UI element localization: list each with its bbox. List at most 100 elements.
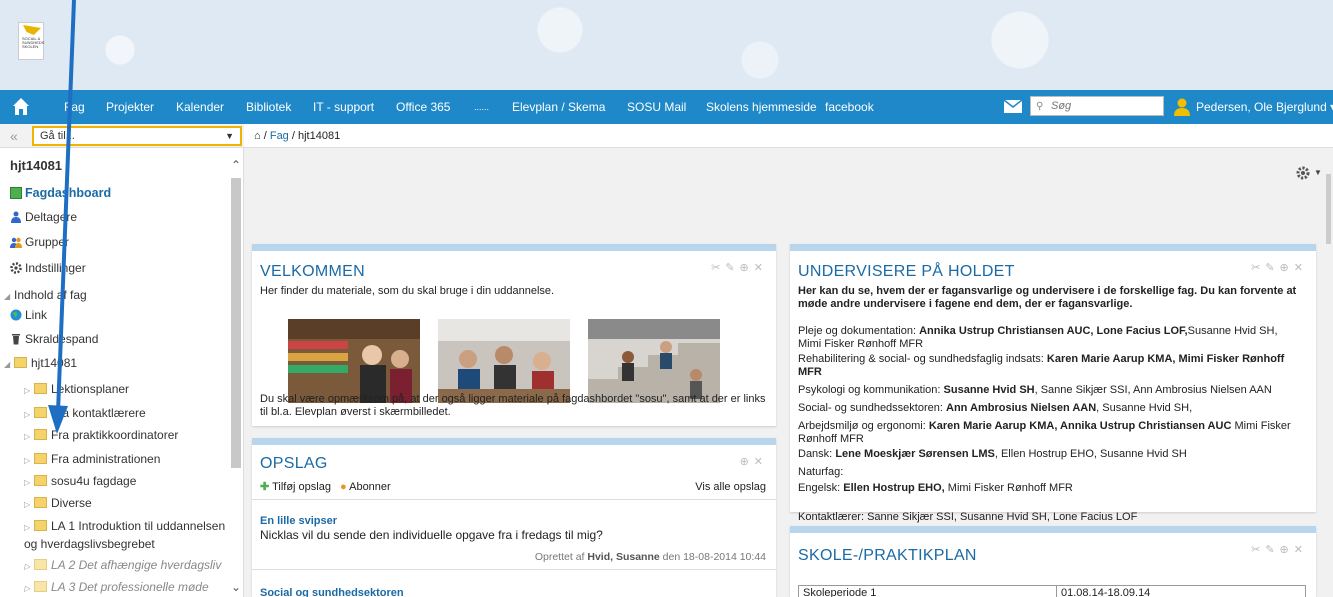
plus-icon: ✚ bbox=[260, 481, 270, 493]
panel-tools[interactable]: ✂✎⊕✕ bbox=[1251, 543, 1308, 556]
folder-item[interactable]: ▷ LA 1 Introduktion til uddannelsen og hv… bbox=[24, 518, 230, 552]
panel-tools[interactable]: ✂✎⊕✕ bbox=[1251, 261, 1308, 274]
breadcrumb-sep: / bbox=[263, 130, 267, 142]
add-post-button[interactable]: ✚ Tilføj opslag bbox=[260, 481, 331, 494]
expand-icon: ▷ bbox=[24, 562, 31, 571]
folder-item[interactable]: ▷ Fra praktikkoordinatorer bbox=[24, 428, 178, 442]
teacher-line: Arbejdsmiljø og ergonomi: Karen Marie Aa… bbox=[798, 420, 1291, 445]
nav-kalender[interactable]: Kalender bbox=[176, 90, 224, 124]
collapse-sidebar-icon[interactable]: « bbox=[10, 128, 18, 144]
sidebar-item-hjt14081[interactable]: ◢ hjt14081 bbox=[4, 356, 77, 370]
nav-elevplan[interactable]: Elevplan / Skema bbox=[512, 90, 605, 124]
show-all-posts-link[interactable]: Vis alle opslag bbox=[695, 481, 766, 494]
sidebar-item-indhold[interactable]: ◢ Indhold af fag bbox=[4, 288, 87, 302]
folder-item[interactable]: ▷ Fra administrationen bbox=[24, 452, 160, 466]
expand-icon: ▷ bbox=[24, 523, 31, 532]
scroll-down-icon[interactable]: ⌄ bbox=[231, 580, 241, 594]
folder-icon bbox=[34, 581, 47, 592]
sidebar-item-skraldespand[interactable]: Skraldespand bbox=[10, 332, 98, 346]
scrollbar-thumb[interactable] bbox=[1326, 174, 1331, 244]
post-date: den 18-08-2014 10:44 bbox=[662, 551, 766, 563]
sidebar-item-grupper[interactable]: Grupper bbox=[10, 235, 69, 249]
post-body: Nicklas vil du sende den individuelle op… bbox=[260, 528, 603, 542]
search-field[interactable]: ⚲ bbox=[1030, 96, 1164, 116]
sidebar-item-label: Link bbox=[25, 308, 48, 322]
table-row: Skoleperiode 1 01.08.14-18.09.14 bbox=[798, 585, 1306, 597]
folder-item[interactable]: ▷ sosu4u fagdage bbox=[24, 474, 136, 488]
teacher-line: Rehabilitering & social- og sundhedsfagl… bbox=[798, 353, 1285, 378]
nav-skolens-hjemmeside[interactable]: Skolens hjemmeside bbox=[706, 90, 817, 124]
breadcrumb: ⌂ / Fag / hjt14081 bbox=[244, 124, 1333, 148]
scrollbar-thumb[interactable] bbox=[231, 178, 241, 468]
subscribe-button[interactable]: ● Abonner bbox=[340, 481, 391, 494]
add-post-label: Tilføj opslag bbox=[272, 481, 331, 493]
main-navbar: Fag Projekter Kalender Bibliotek IT - su… bbox=[0, 90, 1333, 124]
teachers-panel: UNDERVISERE PÅ HOLDET ✂✎⊕✕ Her kan du se… bbox=[790, 244, 1316, 523]
user-menu[interactable]: Pedersen, Ole Bjerglund ▾ bbox=[1196, 90, 1333, 124]
library-photo bbox=[288, 319, 420, 403]
sidebar-item-link[interactable]: Link bbox=[10, 308, 47, 322]
goto-select[interactable]: Gå til... ▼ bbox=[32, 126, 242, 146]
sidebar-item-indstillinger[interactable]: Indstillinger bbox=[10, 261, 86, 275]
sidebar-item-label: Skraldespand bbox=[25, 332, 99, 346]
folder-icon bbox=[34, 497, 47, 508]
folder-item[interactable]: ▷ LA 2 Det afhængige hverdagsliv bbox=[24, 558, 221, 572]
globe-icon bbox=[10, 309, 22, 321]
mail-icon[interactable] bbox=[1004, 100, 1022, 113]
folder-icon bbox=[34, 520, 47, 531]
folder-item[interactable]: ▷ Diverse bbox=[24, 496, 92, 510]
main-content: ⌂ / Fag / hjt14081 ▼ VELKOMMEN ✂✎⊕✕ Her … bbox=[244, 124, 1333, 597]
folder-item[interactable]: ▷ LA 3 Det professionelle møde bbox=[24, 580, 209, 594]
user-icon[interactable] bbox=[1174, 98, 1190, 116]
folder-label: LA 2 Det afhængige hverdagsliv bbox=[51, 558, 222, 572]
panel-tools[interactable]: ⊕✕ bbox=[740, 455, 768, 468]
post-meta: Oprettet af Hvid, Susanne den 18-08-2014… bbox=[535, 551, 766, 564]
table-cell: 01.08.14-18.09.14 bbox=[1056, 585, 1306, 597]
opslag-title: OPSLAG bbox=[260, 455, 328, 472]
classroom-photo bbox=[438, 319, 570, 403]
main-scrollbar[interactable] bbox=[1324, 174, 1333, 597]
nav-bibliotek[interactable]: Bibliotek bbox=[246, 90, 291, 124]
search-icon: ⚲ bbox=[1036, 101, 1044, 112]
teacher-line: Pleje og dokumentation: Annika Ustrup Ch… bbox=[798, 325, 1278, 350]
folder-item[interactable]: ▷ Fra kontaktlærere bbox=[24, 406, 146, 420]
dashboard-icon bbox=[10, 187, 22, 199]
gear-icon bbox=[10, 262, 22, 274]
post-title[interactable]: En lille svipser bbox=[260, 515, 337, 527]
post-author[interactable]: Hvid, Susanne bbox=[587, 551, 659, 563]
sidebar-scrollbar[interactable]: ⌃ ⌄ bbox=[230, 150, 242, 597]
collapse-icon: ◢ bbox=[4, 360, 11, 369]
expand-icon: ▷ bbox=[24, 432, 31, 441]
expand-icon: ▷ bbox=[24, 456, 31, 465]
breadcrumb-fag[interactable]: Fag bbox=[270, 130, 289, 142]
nav-fag[interactable]: Fag bbox=[64, 90, 85, 124]
folder-label: Fra praktikkoordinatorer bbox=[51, 428, 179, 442]
gear-icon[interactable] bbox=[1296, 166, 1310, 180]
search-input[interactable] bbox=[1031, 97, 1163, 115]
chevron-down-icon[interactable]: ▼ bbox=[1314, 168, 1322, 177]
nav-sosu-mail[interactable]: SOSU Mail bbox=[627, 90, 686, 124]
welcome-title: VELKOMMEN bbox=[260, 263, 365, 280]
nav-it-support[interactable]: IT - support bbox=[313, 90, 374, 124]
nav-projekter[interactable]: Projekter bbox=[106, 90, 154, 124]
breadcrumb-sep: / bbox=[291, 130, 295, 142]
plan-panel: SKOLE-/PRAKTIKPLAN ✂✎⊕✕ Skoleperiode 1 0… bbox=[790, 526, 1316, 597]
post-title[interactable]: Social og sundhedsektoren bbox=[260, 587, 404, 597]
home-icon[interactable]: ⌂ bbox=[254, 130, 261, 142]
nav-office365[interactable]: Office 365 bbox=[396, 90, 450, 124]
folder-label: Diverse bbox=[51, 496, 92, 510]
home-icon[interactable] bbox=[12, 97, 30, 117]
folder-item[interactable]: ▷ Lektionsplaner bbox=[24, 382, 129, 396]
rss-icon: ● bbox=[340, 481, 347, 493]
opslag-panel: OPSLAG ⊕✕ ✚ Tilføj opslag ● Abonner Vis … bbox=[252, 438, 776, 597]
divider bbox=[252, 569, 776, 570]
scroll-up-icon[interactable]: ⌃ bbox=[231, 158, 241, 172]
sidebar-item-deltagere[interactable]: Deltagere bbox=[10, 210, 77, 224]
panel-tools[interactable]: ✂✎⊕✕ bbox=[711, 261, 768, 274]
nav-more[interactable]: ...... bbox=[474, 90, 489, 124]
expand-icon: ▷ bbox=[24, 478, 31, 487]
sidebar-item-fagdashboard[interactable]: Fagdashboard bbox=[10, 186, 111, 200]
folder-label: LA 3 Det professionelle møde bbox=[51, 580, 209, 594]
school-logo[interactable]: SOCIAL & SUNDHEDS SKOLEN bbox=[18, 22, 44, 60]
nav-facebook[interactable]: facebook bbox=[825, 90, 874, 124]
